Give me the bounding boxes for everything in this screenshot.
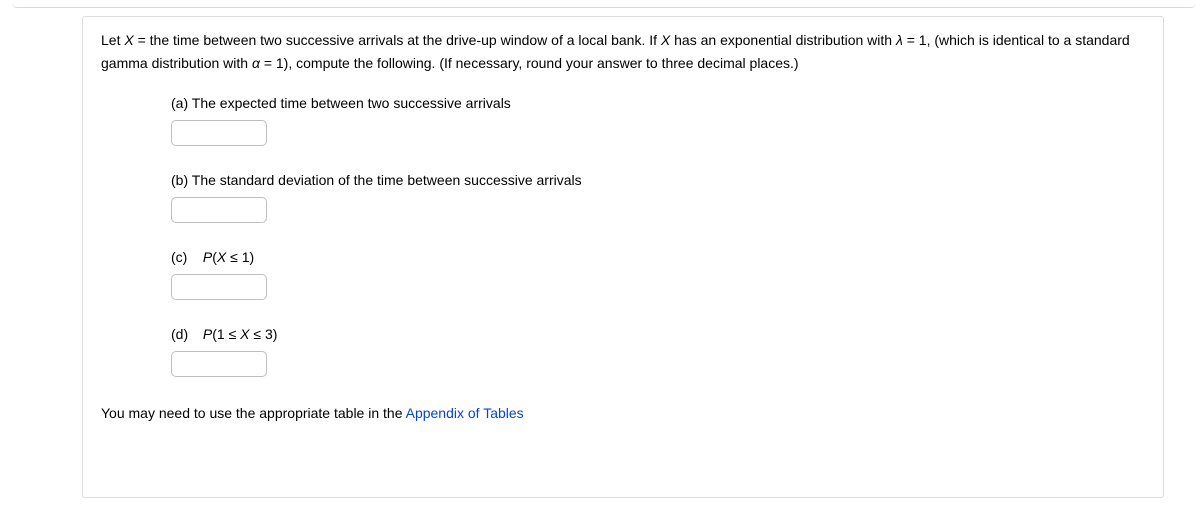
intro-text: has an exponential distribution with (670, 32, 896, 48)
variable-x: X (124, 32, 133, 48)
part-c-label: (c) P(X ≤ 1) (171, 247, 1145, 268)
part-text: The standard deviation of the time betwe… (192, 172, 582, 188)
variable-x: X (240, 326, 249, 342)
part-letter: (b) (171, 172, 188, 188)
part-d-label: (d) P(1 ≤ X ≤ 3) (171, 324, 1145, 345)
prob-p: P (203, 326, 212, 342)
part-text: The expected time between two successive… (192, 95, 511, 111)
top-card-edge (12, 0, 1196, 8)
question-card: Let X = the time between two successive … (82, 16, 1164, 498)
variable-x: X (661, 32, 670, 48)
part-letter: (d) (171, 324, 199, 345)
relation: ≤ 3) (250, 326, 278, 342)
intro-text: = the time between two successive arriva… (134, 32, 661, 48)
part-a-input[interactable] (171, 120, 267, 146)
part-b-label: (b) The standard deviation of the time b… (171, 170, 1145, 191)
parts-container: (a) The expected time between two succes… (101, 93, 1145, 377)
question-intro: Let X = the time between two successive … (101, 29, 1145, 75)
footer-note: You may need to use the appropriate tabl… (101, 403, 1145, 424)
variable-alpha: α (252, 55, 260, 71)
part-b: (b) The standard deviation of the time b… (171, 170, 1145, 223)
part-c: (c) P(X ≤ 1) (171, 247, 1145, 300)
part-letter: (a) (171, 95, 188, 111)
paren: (1 ≤ (212, 326, 240, 342)
part-letter: (c) (171, 247, 199, 268)
relation: ≤ 1) (226, 249, 254, 265)
intro-text: = 1), compute the following. (If necessa… (260, 55, 799, 71)
part-a: (a) The expected time between two succes… (171, 93, 1145, 146)
intro-text: Let (101, 32, 124, 48)
part-a-label: (a) The expected time between two succes… (171, 93, 1145, 114)
variable-x: X (217, 249, 226, 265)
part-d-input[interactable] (171, 351, 267, 377)
prob-p: P (203, 249, 212, 265)
variable-lambda: λ (896, 32, 903, 48)
footer-text: You may need to use the appropriate tabl… (101, 405, 406, 421)
appendix-link[interactable]: Appendix of Tables (406, 405, 524, 421)
part-d: (d) P(1 ≤ X ≤ 3) (171, 324, 1145, 377)
part-b-input[interactable] (171, 197, 267, 223)
part-c-input[interactable] (171, 274, 267, 300)
